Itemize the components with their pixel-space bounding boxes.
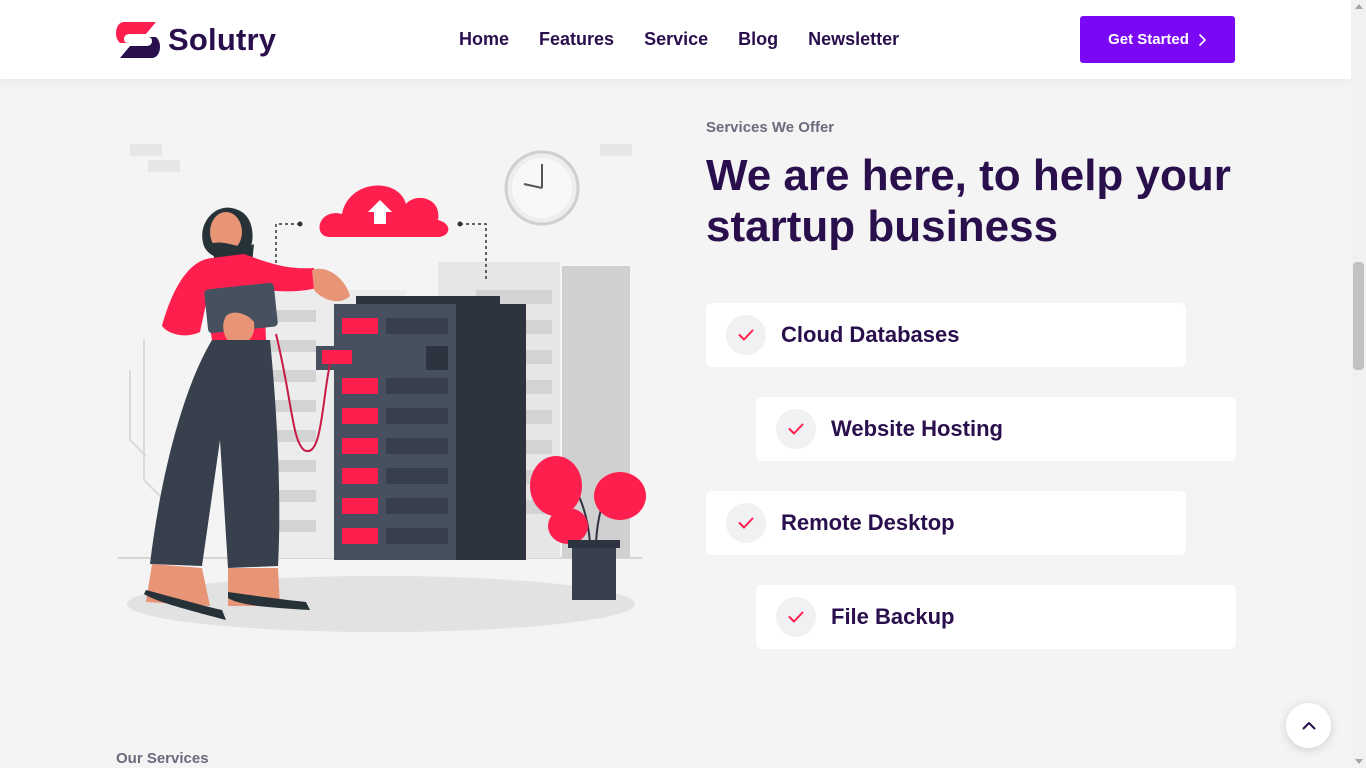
section-eyebrow: Services We Offer xyxy=(706,119,835,136)
logo[interactable]: Solutry xyxy=(116,20,276,60)
get-started-button[interactable]: Get Started xyxy=(1080,16,1235,63)
get-started-label: Get Started xyxy=(1108,31,1189,48)
service-item-file-backup[interactable]: File Backup xyxy=(756,585,1236,649)
site-header: Solutry Home Features Service Blog Newsl… xyxy=(0,0,1351,79)
check-icon xyxy=(776,409,816,449)
service-label: Remote Desktop xyxy=(781,510,955,535)
nav-service[interactable]: Service xyxy=(644,29,708,50)
back-to-top-button[interactable] xyxy=(1286,703,1331,748)
next-section-eyebrow: Our Services xyxy=(116,750,209,767)
check-icon xyxy=(726,503,766,543)
nav-features[interactable]: Features xyxy=(539,29,614,50)
service-item-website-hosting[interactable]: Website Hosting xyxy=(756,397,1236,461)
nav-blog[interactable]: Blog xyxy=(738,29,778,50)
page-scrollbar[interactable] xyxy=(1351,0,1366,768)
service-item-cloud-databases[interactable]: Cloud Databases xyxy=(706,303,1186,367)
service-label: Cloud Databases xyxy=(781,322,960,347)
arrow-up-icon xyxy=(1302,722,1315,730)
server-illustration xyxy=(118,144,646,632)
nav-home[interactable]: Home xyxy=(459,29,509,50)
scroll-thumb[interactable] xyxy=(1353,262,1364,370)
scroll-down-arrow-icon[interactable] xyxy=(1355,759,1363,764)
check-icon xyxy=(776,597,816,637)
service-item-remote-desktop[interactable]: Remote Desktop xyxy=(706,491,1186,555)
service-label: Website Hosting xyxy=(831,416,1003,441)
check-icon xyxy=(726,315,766,355)
scroll-up-arrow-icon[interactable] xyxy=(1355,4,1363,9)
nav-newsletter[interactable]: Newsletter xyxy=(808,29,899,50)
logo-text: Solutry xyxy=(168,22,277,57)
section-headline: We are here, to help your startup busine… xyxy=(706,151,1231,251)
chevron-right-icon xyxy=(1199,33,1206,46)
service-label: File Backup xyxy=(831,604,955,629)
main-nav: Home Features Service Blog Newsletter xyxy=(459,29,929,50)
logo-icon xyxy=(116,22,160,58)
